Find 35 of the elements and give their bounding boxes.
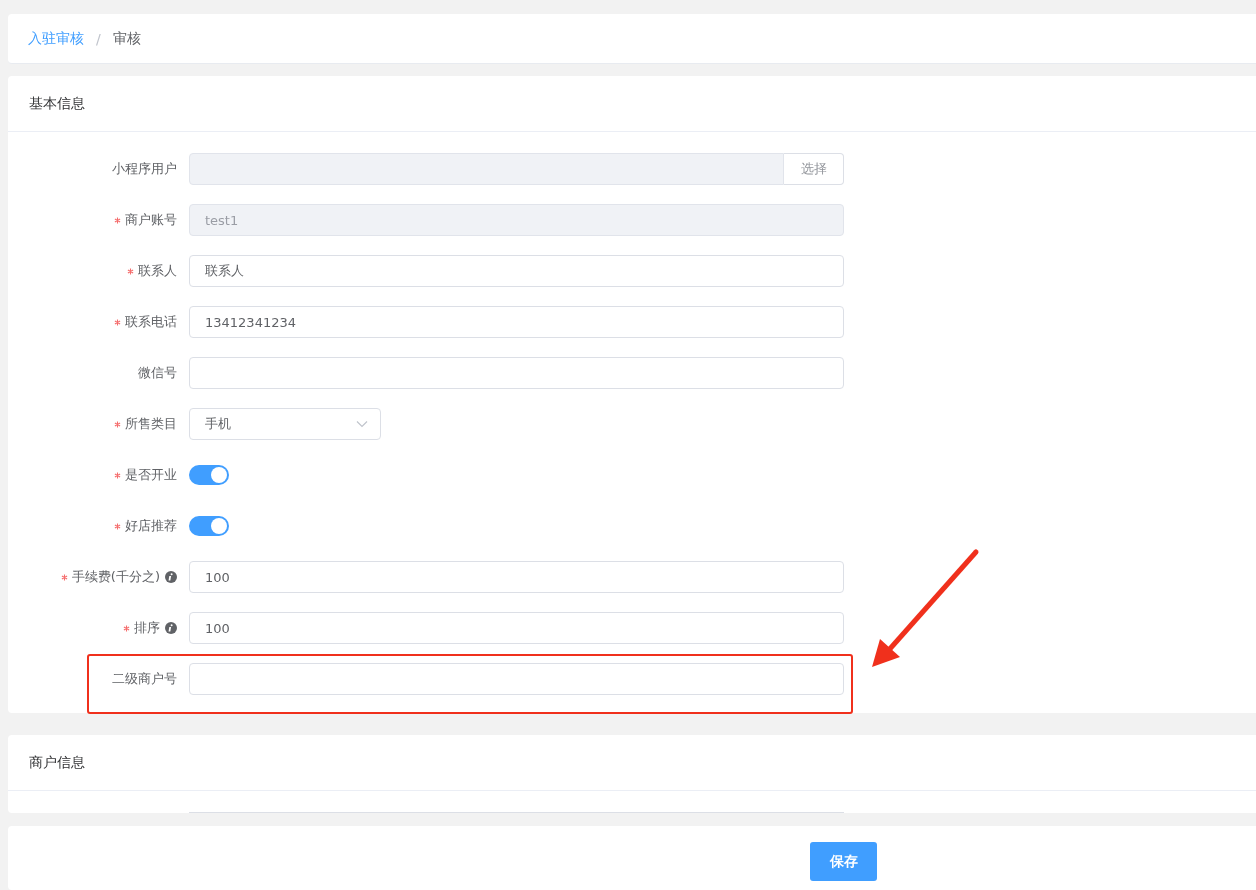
required-asterisk-icon (114, 420, 121, 428)
input-field[interactable]: 联系人 (189, 255, 844, 287)
chevron-down-icon (356, 420, 368, 428)
required-asterisk-icon (114, 318, 121, 326)
info-icon (165, 622, 177, 634)
info-icon (165, 571, 177, 583)
input-field[interactable]: 100 (189, 561, 844, 593)
required-asterisk-icon (114, 216, 121, 224)
field-label: 所售类目 (125, 415, 177, 433)
field-label: 手续费(千分之) (71, 568, 160, 586)
breadcrumb-separator: / (96, 30, 101, 47)
field-label: 商户账号 (125, 211, 177, 229)
section-title: 基本信息 (8, 76, 1256, 132)
required-asterisk-icon (127, 267, 134, 275)
input-field[interactable] (189, 357, 844, 389)
toggle-switch[interactable] (189, 465, 229, 485)
field-label: 是否开业 (125, 466, 177, 484)
field-label: 二级商户号 (112, 670, 177, 688)
field-label: 微信号 (138, 364, 177, 382)
input-field[interactable]: 100 (189, 612, 844, 644)
breadcrumb-item: 审核 (112, 29, 141, 48)
toggle-switch[interactable] (189, 516, 229, 536)
required-asterisk-icon (60, 573, 68, 581)
input-field[interactable]: 13412341234 (189, 306, 844, 338)
section-title: 商户信息 (8, 735, 1256, 791)
field-label: 小程序用户 (112, 160, 177, 178)
required-asterisk-icon (114, 522, 121, 530)
required-asterisk-icon (114, 471, 121, 479)
field-label: 好店推荐 (125, 517, 177, 535)
input-field[interactable] (189, 663, 844, 695)
field-label: 排序 (134, 619, 160, 637)
required-asterisk-icon (123, 624, 130, 632)
field-label: 联系人 (138, 262, 177, 280)
field-label: 联系电话 (125, 313, 177, 331)
dropdown-select[interactable]: 手机 (189, 408, 381, 440)
